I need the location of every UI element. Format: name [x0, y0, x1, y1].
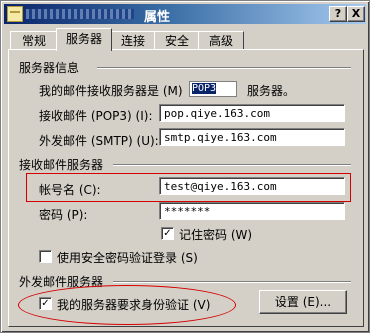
window-title: 属性 — [144, 10, 171, 25]
pop3-server-input[interactable]: pop.qiye.163.com — [159, 104, 345, 122]
tab-servers[interactable]: 服务器 — [56, 28, 112, 51]
password-input[interactable]: ******* — [159, 202, 345, 220]
help-button[interactable]: ? — [329, 6, 347, 22]
incoming-type-suffix: 服务器。 — [247, 84, 296, 98]
section-server-info: 服务器信息 — [19, 59, 84, 76]
remember-password-label: 记住密码 (W) — [179, 228, 253, 242]
incoming-type-label: 我的邮件接收服务器是 (M) — [39, 84, 183, 98]
tab-security[interactable]: 安全 — [154, 31, 200, 50]
smtp-label: 外发邮件 (SMTP) (U): — [39, 134, 159, 148]
title-bar[interactable]: 属性 ? X — [4, 4, 366, 25]
divider — [113, 164, 351, 166]
divider — [113, 281, 351, 283]
auth-required-checkbox[interactable]: ✓ — [39, 297, 52, 310]
tab-general[interactable]: 常规 — [10, 31, 58, 50]
section-outgoing-server: 外发邮件服务器 — [19, 273, 108, 290]
account-name-label: 帐号名 (C): — [39, 183, 101, 197]
incoming-type-value: POP3 — [192, 83, 217, 94]
smtp-server-input[interactable]: smtp.qiye.163.com — [159, 128, 345, 146]
account-name-input[interactable]: test@qiye.163.com — [159, 177, 345, 195]
password-label: 密码 (P): — [39, 208, 88, 222]
properties-dialog: 属性 ? X 常规 服务器 连接 安全 高级 服务器信息 我的邮件接收服务器是 … — [0, 0, 370, 333]
spa-label: 使用安全密码验证登录 (S) — [57, 251, 198, 265]
tab-connection[interactable]: 连接 — [110, 31, 156, 50]
auth-required-label: 我的服务器要求身份验证 (V) — [57, 298, 211, 312]
settings-button[interactable]: 设置 (E)... — [259, 290, 347, 314]
divider — [97, 67, 351, 69]
pop3-label: 接收邮件 (POP3) (I): — [39, 109, 153, 123]
redacted-account-name — [26, 9, 134, 19]
mail-account-icon — [7, 6, 23, 22]
close-button[interactable]: X — [347, 6, 365, 22]
spa-checkbox[interactable] — [39, 250, 52, 263]
tab-advanced[interactable]: 高级 — [198, 31, 244, 50]
remember-password-checkbox[interactable]: ✓ — [161, 227, 174, 240]
incoming-type-select[interactable]: POP3 — [189, 81, 237, 97]
section-incoming-server: 接收邮件服务器 — [19, 156, 108, 173]
